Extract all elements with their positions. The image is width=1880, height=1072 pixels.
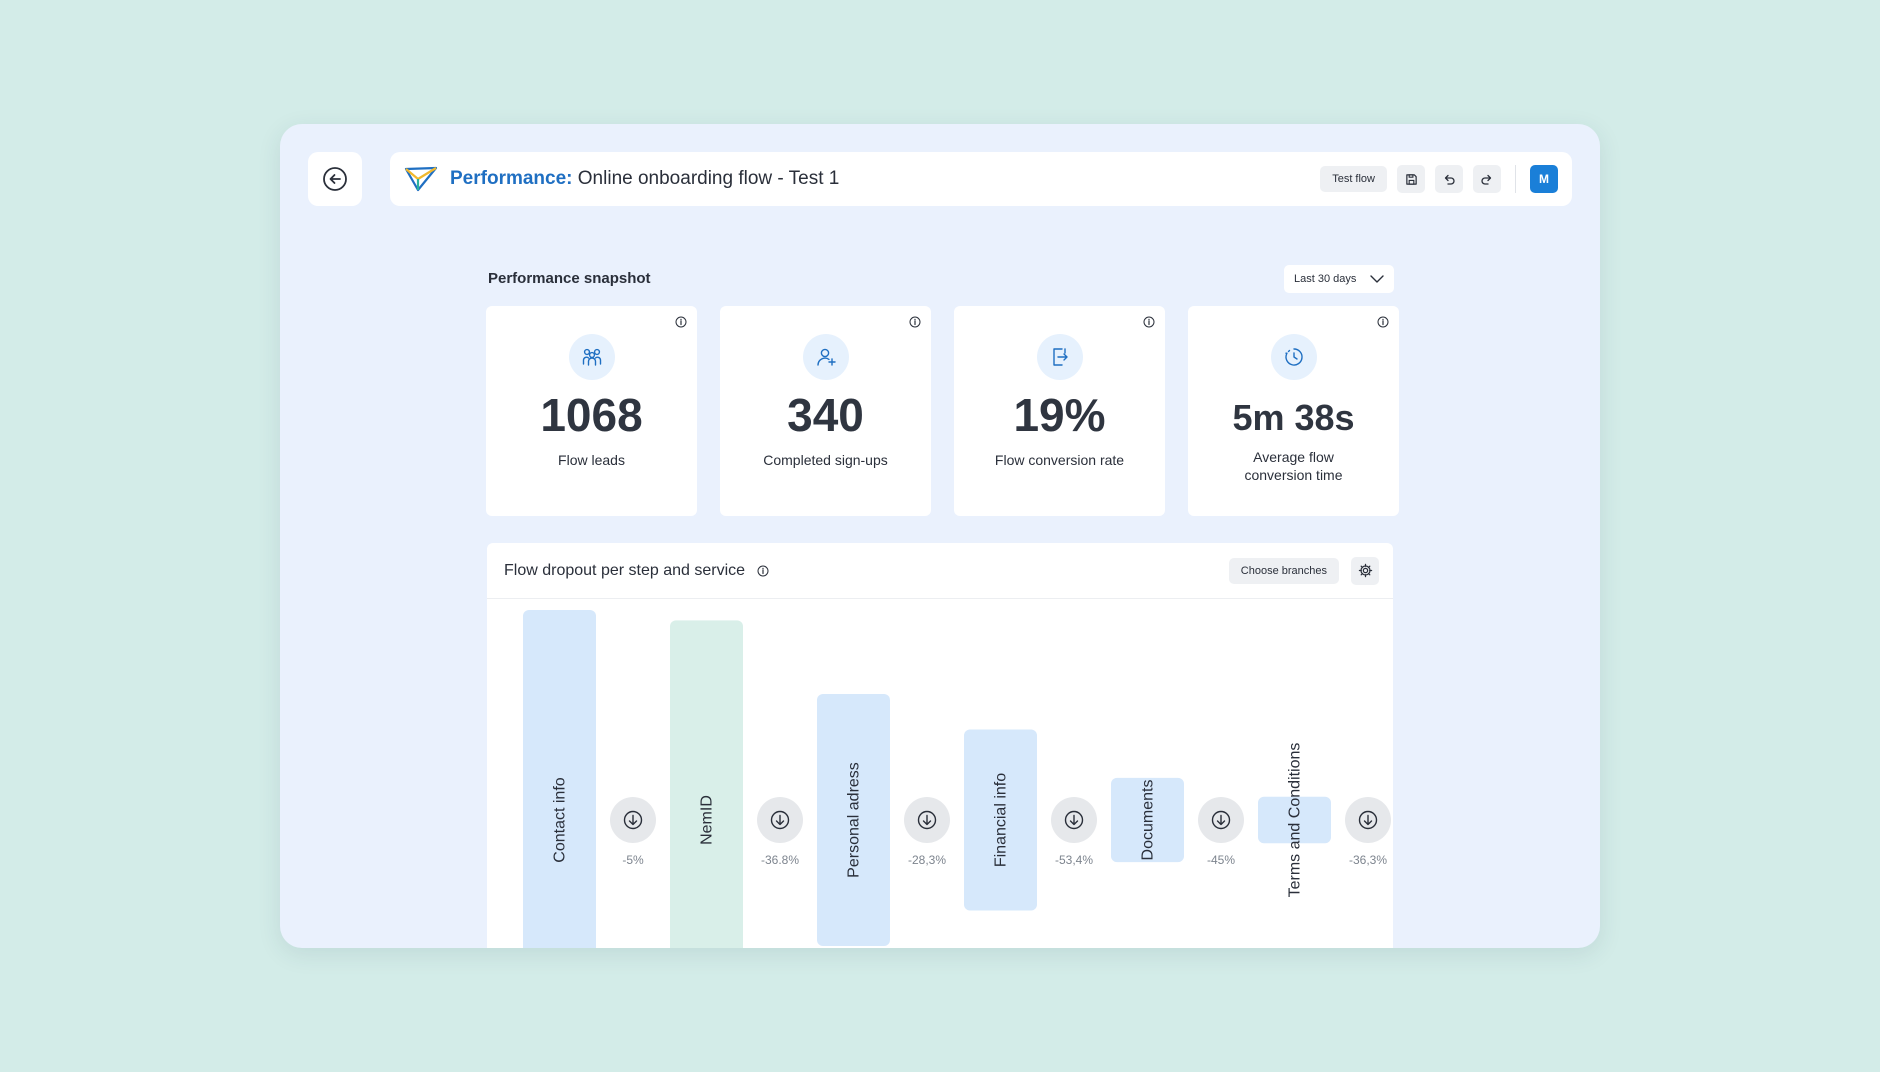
dropoff-percent-label: -28,3% xyxy=(908,853,946,867)
test-flow-button[interactable]: Test flow xyxy=(1320,166,1387,192)
toolbar-divider xyxy=(1515,165,1516,193)
metric-value: 19% xyxy=(1013,389,1106,441)
metric-card-conversion-rate: 19% Flow conversion rate xyxy=(954,306,1165,516)
dropoff-percent-label: -36.8% xyxy=(761,853,799,867)
dropoff-percent-label: -53,4% xyxy=(1055,853,1093,867)
chevron-down-icon xyxy=(1370,275,1384,283)
info-icon[interactable] xyxy=(757,565,769,577)
metric-label: Average flow conversion time xyxy=(1244,448,1343,483)
metric-label: Completed sign-ups xyxy=(763,451,888,468)
back-button[interactable] xyxy=(308,152,362,206)
metric-card-completed-signups: 340 Completed sign-ups xyxy=(720,306,931,516)
dropoff-percent-label: -36,3% xyxy=(1349,853,1387,867)
info-icon[interactable] xyxy=(675,316,687,328)
dropout-panel: Flow dropout per step and service Choose… xyxy=(487,543,1393,948)
user-avatar[interactable]: M xyxy=(1530,165,1558,193)
arrow-left-circle-icon xyxy=(323,167,347,191)
metric-value: 5m 38s xyxy=(1232,397,1355,438)
gear-icon xyxy=(1358,563,1372,578)
chart-bar-label: Financial info xyxy=(993,773,1010,867)
dropoff-percent-label: -45% xyxy=(1207,853,1235,867)
metric-label: Flow leads xyxy=(558,451,625,468)
dropout-chart: Contact info -5% NemID -36.8% Personal adres… xyxy=(523,610,1391,948)
conversion-icon xyxy=(1036,334,1083,380)
date-range-select[interactable]: Last 30 days xyxy=(1284,265,1394,293)
brand-logo xyxy=(404,164,438,194)
page-title-accent: Performance: xyxy=(450,168,573,189)
snapshot-title: Performance snapshot xyxy=(488,270,651,287)
chart-bar xyxy=(670,620,743,948)
undo-button[interactable] xyxy=(1435,165,1463,193)
chart-bar-label: Terms and Conditions xyxy=(1287,743,1304,898)
metric-card-conversion-time: 5m 38s Average flow conversion time xyxy=(1188,306,1399,516)
dropoff-percent-label: -5% xyxy=(622,853,644,867)
people-group-icon xyxy=(568,334,615,380)
metric-value: 340 xyxy=(787,389,864,441)
chart-bar-label: Contact info xyxy=(552,777,569,862)
info-icon[interactable] xyxy=(909,316,921,328)
redo-icon xyxy=(1481,174,1492,185)
chart-bar-label: NemID xyxy=(699,795,716,845)
chart-bar-label: Personal adress xyxy=(846,762,863,878)
redo-button[interactable] xyxy=(1473,165,1501,193)
top-actions: Test flow M xyxy=(1320,165,1558,193)
top-bar: Performance: Online onboarding flow - Te… xyxy=(390,152,1572,206)
info-icon[interactable] xyxy=(1377,316,1389,328)
chart-settings-button[interactable] xyxy=(1351,556,1379,585)
page-title: Performance: Online onboarding flow - Te… xyxy=(450,168,839,190)
user-add-icon xyxy=(802,334,849,380)
dropout-title: Flow dropout per step and service xyxy=(504,561,746,579)
metric-label: Flow conversion rate xyxy=(994,451,1125,468)
date-range-value: Last 30 days xyxy=(1294,273,1357,285)
page-title-flow-name: Online onboarding flow - Test 1 xyxy=(577,168,840,189)
timer-icon xyxy=(1270,334,1317,380)
choose-branches-button[interactable]: Choose branches xyxy=(1228,557,1339,584)
save-icon xyxy=(1405,173,1417,185)
info-icon[interactable] xyxy=(1143,316,1155,328)
paper-plane-logo-icon xyxy=(404,166,438,192)
undo-icon xyxy=(1444,174,1455,185)
save-button[interactable] xyxy=(1397,165,1425,193)
app-window: Performance: Online onboarding flow - Te… xyxy=(280,124,1600,948)
metric-value: 1068 xyxy=(540,389,643,441)
metric-card-flow-leads: 1068 Flow leads xyxy=(486,306,697,516)
chart-bar-label: Documents xyxy=(1140,780,1157,861)
dropout-panel-header: Flow dropout per step and service Choose… xyxy=(487,543,1393,599)
dropout-actions: Choose branches xyxy=(1228,556,1379,585)
metric-cards: 1068 Flow leads 340 Completed sign-ups 1… xyxy=(486,306,1399,516)
